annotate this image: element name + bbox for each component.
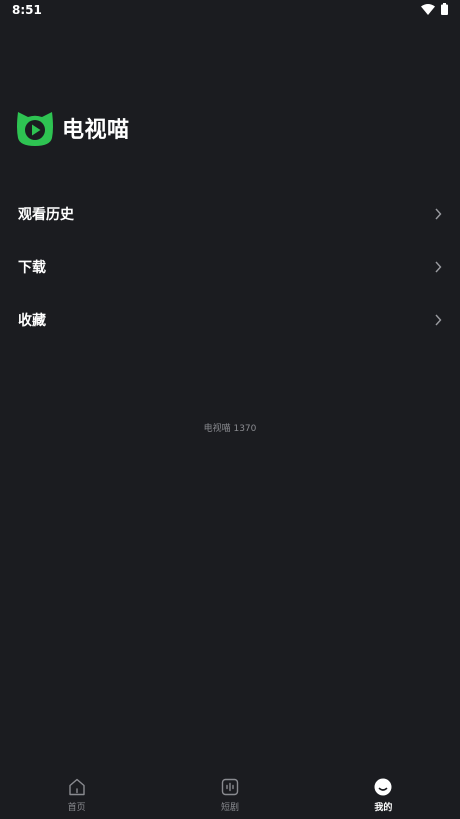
home-icon xyxy=(68,778,85,796)
short-drama-icon xyxy=(221,778,239,796)
tab-label: 我的 xyxy=(374,803,393,813)
menu-item-downloads[interactable]: 下载 xyxy=(0,240,460,293)
menu-item-watch-history[interactable]: 观看历史 xyxy=(0,187,460,240)
chevron-right-icon xyxy=(435,314,442,325)
status-icons xyxy=(421,3,448,15)
menu-item-favorites[interactable]: 收藏 xyxy=(0,293,460,346)
app-logo-icon xyxy=(17,112,53,146)
tab-label: 短剧 xyxy=(220,803,239,813)
menu-item-label: 观看历史 xyxy=(18,206,74,223)
tab-label: 首页 xyxy=(67,803,86,813)
menu-item-label: 收藏 xyxy=(18,312,46,329)
wifi-icon xyxy=(421,3,435,15)
brand-header: 电视喵 xyxy=(16,108,130,148)
version-text: 电视喵 1370 xyxy=(203,424,257,434)
chevron-right-icon xyxy=(435,208,442,219)
battery-icon xyxy=(441,3,448,15)
bottom-tab-bar: 首页 短剧 我的 xyxy=(0,771,460,819)
tab-short-drama[interactable]: 短剧 xyxy=(153,771,306,819)
tab-home[interactable]: 首页 xyxy=(0,771,153,819)
app-name: 电视喵 xyxy=(62,118,130,143)
profile-menu: 观看历史 下载 收藏 xyxy=(0,187,460,346)
status-bar: 8:51 xyxy=(0,0,460,22)
tab-profile[interactable]: 我的 xyxy=(307,771,460,819)
menu-item-label: 下载 xyxy=(18,259,46,276)
profile-icon xyxy=(374,778,392,796)
status-time: 8:51 xyxy=(12,3,42,17)
chevron-right-icon xyxy=(435,261,442,272)
